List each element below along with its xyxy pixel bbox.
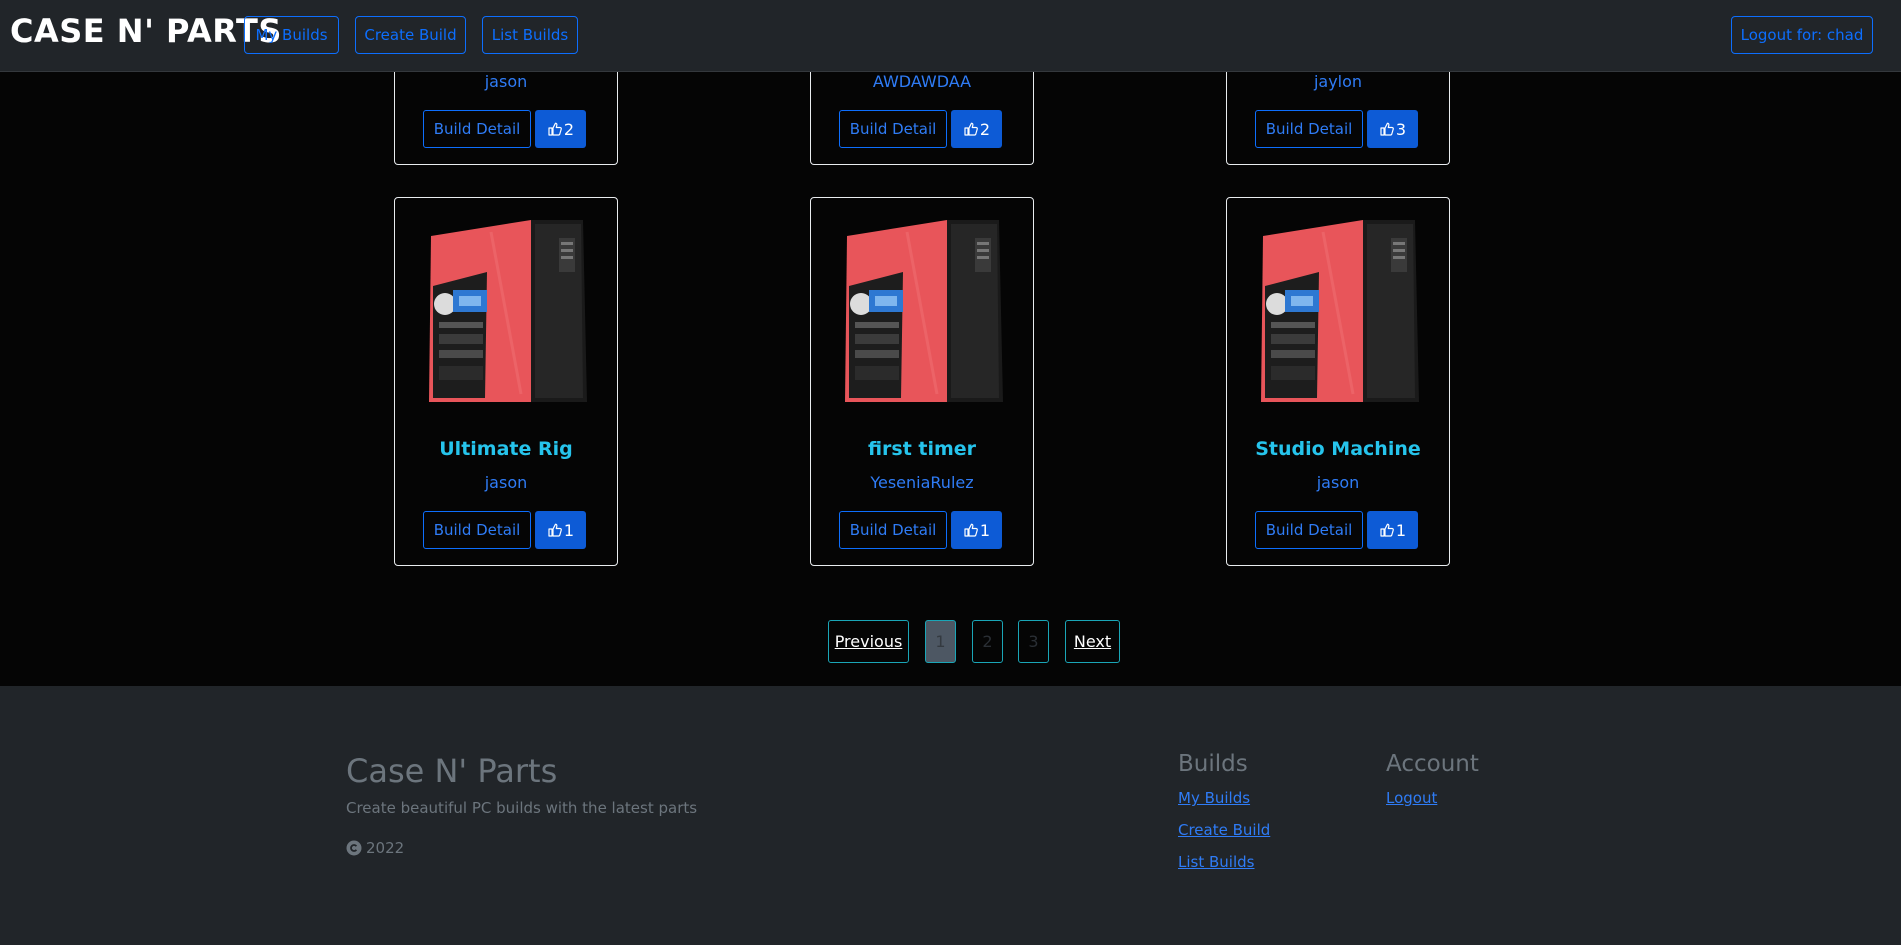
like-button[interactable]: 1 <box>535 511 586 549</box>
build-card: first timer YeseniaRulez Build Detail 1 <box>810 197 1034 566</box>
like-count: 1 <box>563 520 575 540</box>
like-button[interactable]: 1 <box>951 511 1002 549</box>
like-count: 3 <box>1395 119 1407 139</box>
build-detail-button[interactable]: Build Detail <box>1255 110 1363 148</box>
footer-builds-heading: Builds <box>1178 751 1248 777</box>
footer-year: 2022 <box>366 839 405 857</box>
footer-logout-link[interactable]: Logout <box>1386 789 1437 807</box>
pagination-page-1[interactable]: 1 <box>925 620 956 663</box>
build-card: Ultimate Rig jason Build Detail 1 <box>394 197 618 566</box>
build-author-link[interactable]: jason <box>395 473 617 492</box>
thumbs-up-icon <box>548 122 562 136</box>
footer: Case N' Parts Create beautiful PC builds… <box>0 686 1901 945</box>
thumbs-up-icon <box>964 122 978 136</box>
like-button[interactable]: 2 <box>535 110 586 148</box>
footer-title: Case N' Parts <box>346 752 558 790</box>
footer-create-build-link[interactable]: Create Build <box>1178 821 1270 839</box>
build-title-link[interactable]: Ultimate Rig <box>395 438 617 460</box>
footer-list-builds-link[interactable]: List Builds <box>1178 853 1254 871</box>
build-title-link[interactable]: first timer <box>811 438 1033 460</box>
build-card: Studio Machine jason Build Detail 1 <box>1226 197 1450 566</box>
navbar: CASE N' PARTS My Builds Create Build Lis… <box>0 0 1901 72</box>
nav-create-build-button[interactable]: Create Build <box>355 16 466 54</box>
build-card: jason Build Detail 2 <box>394 72 618 165</box>
like-count: 1 <box>979 520 991 540</box>
like-count: 2 <box>979 119 991 139</box>
footer-my-builds-link[interactable]: My Builds <box>1178 789 1250 807</box>
build-author-link[interactable]: jason <box>1227 473 1449 492</box>
build-author-link[interactable]: YeseniaRulez <box>811 473 1033 492</box>
copyright-icon <box>346 840 362 856</box>
build-author-link[interactable]: AWDAWDAA <box>811 72 1033 91</box>
build-detail-button[interactable]: Build Detail <box>839 511 947 549</box>
build-author-link[interactable]: jason <box>395 72 617 91</box>
nav-list-builds-button[interactable]: List Builds <box>482 16 578 54</box>
like-button[interactable]: 3 <box>1367 110 1418 148</box>
build-title-link[interactable]: Studio Machine <box>1227 438 1449 460</box>
build-detail-button[interactable]: Build Detail <box>423 511 531 549</box>
pc-case-image[interactable] <box>423 214 591 406</box>
pc-case-image[interactable] <box>839 214 1007 406</box>
footer-copyright: 2022 <box>346 839 404 857</box>
build-card: jaylon Build Detail 3 <box>1226 72 1450 165</box>
thumbs-up-icon <box>964 523 978 537</box>
thumbs-up-icon <box>1380 523 1394 537</box>
pagination-page-2[interactable]: 2 <box>972 620 1003 663</box>
footer-account-heading: Account <box>1386 751 1479 777</box>
logout-button[interactable]: Logout for: chad <box>1731 16 1873 54</box>
pagination-previous-button[interactable]: Previous <box>828 620 909 663</box>
footer-subtitle: Create beautiful PC builds with the late… <box>346 799 698 817</box>
nav-my-builds-button[interactable]: My Builds <box>244 16 339 54</box>
like-button[interactable]: 1 <box>1367 511 1418 549</box>
build-detail-button[interactable]: Build Detail <box>839 110 947 148</box>
pc-case-image[interactable] <box>1255 214 1423 406</box>
build-card: AWDAWDAA Build Detail 2 <box>810 72 1034 165</box>
like-count: 1 <box>1395 520 1407 540</box>
brand-logo[interactable]: CASE N' PARTS <box>10 12 282 50</box>
like-count: 2 <box>563 119 575 139</box>
pagination-page-3[interactable]: 3 <box>1018 620 1049 663</box>
build-author-link[interactable]: jaylon <box>1227 72 1449 91</box>
like-button[interactable]: 2 <box>951 110 1002 148</box>
thumbs-up-icon <box>1380 122 1394 136</box>
build-detail-button[interactable]: Build Detail <box>423 110 531 148</box>
thumbs-up-icon <box>548 523 562 537</box>
pagination-next-button[interactable]: Next <box>1065 620 1120 663</box>
build-detail-button[interactable]: Build Detail <box>1255 511 1363 549</box>
